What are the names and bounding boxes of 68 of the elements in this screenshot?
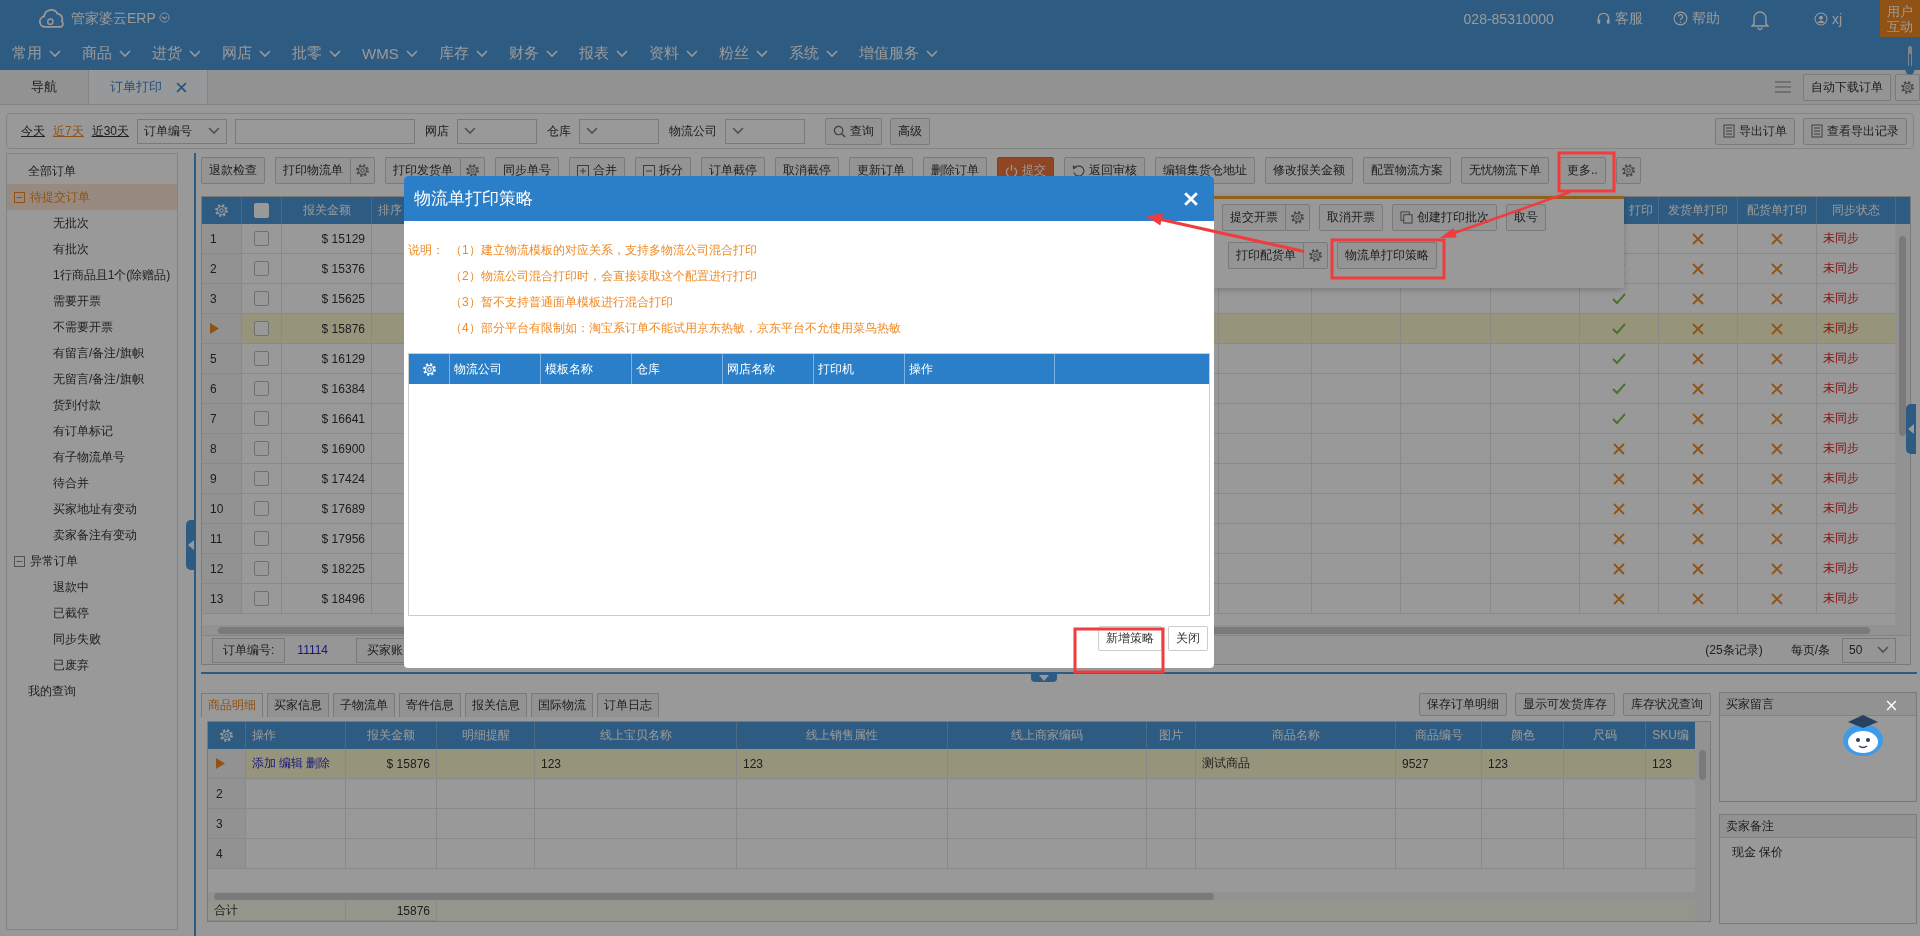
note-text: （2）物流公司混合打印时，会直接读取这个配置进行打印 — [450, 268, 758, 285]
table-cell: 123 — [541, 756, 562, 771]
row-number: 12 — [210, 561, 224, 576]
row-number: 10 — [210, 501, 224, 516]
amount-cell: $ 16129 — [321, 351, 365, 366]
sync-status: 未同步 — [1823, 230, 1859, 247]
sync-status: 未同步 — [1823, 500, 1859, 517]
sync-status: 未同步 — [1823, 440, 1859, 457]
sync-status: 未同步 — [1823, 260, 1859, 277]
total-amount: 15876 — [396, 903, 430, 918]
row-number: 11 — [210, 531, 223, 546]
note-text: （3）暂不支持普通面单模板进行混合打印 — [450, 294, 674, 311]
row-number: 1 — [210, 231, 217, 246]
row-number: 2 — [210, 261, 217, 276]
sync-status: 未同步 — [1823, 590, 1859, 607]
row-number: 6 — [210, 381, 217, 396]
table-cell: $ 15876 — [386, 756, 430, 771]
row-number: 3 — [210, 291, 217, 306]
note-text: （4）部分平台有限制如：淘宝系订单不能试用京东热敏，京东平台不允使用菜鸟热敏 — [450, 320, 901, 337]
table-cell: 测试商品 — [1202, 755, 1250, 772]
page-size-label: 每页/条 — [1790, 641, 1830, 659]
amount-cell: $ 15129 — [321, 231, 365, 246]
amount-cell: $ 15625 — [321, 291, 365, 306]
row-number: 2 — [216, 786, 223, 801]
table-cell: 123 — [1652, 756, 1673, 771]
amount-cell: $ 17956 — [321, 531, 365, 546]
filter-label: 仓库 — [547, 122, 572, 140]
sync-status: 未同步 — [1823, 470, 1859, 487]
row-number: 4 — [216, 846, 223, 861]
table-cell: 123 — [743, 756, 764, 771]
record-count: (25条记录) — [1705, 641, 1763, 659]
amount-cell: $ 18225 — [321, 561, 365, 576]
sync-status: 未同步 — [1823, 320, 1859, 337]
filter-label: 网店 — [425, 122, 450, 140]
sync-status: 未同步 — [1823, 290, 1859, 307]
dialog-title: 物流单打印策略 — [414, 188, 533, 210]
amount-cell: $ 18496 — [321, 591, 365, 606]
amount-cell: $ 17689 — [321, 501, 365, 516]
sync-status: 未同步 — [1823, 560, 1859, 577]
notes-label: 说明： — [408, 242, 445, 259]
sync-status: 未同步 — [1823, 380, 1859, 397]
row-number: 9 — [210, 471, 217, 486]
sync-status: 未同步 — [1823, 410, 1859, 427]
amount-cell: $ 15876 — [321, 321, 365, 336]
order-number: 11114 — [297, 643, 329, 657]
amount-cell: $ 16384 — [321, 381, 365, 396]
amount-cell: $ 15376 — [321, 261, 365, 276]
table-cell: 123 — [1488, 756, 1509, 771]
phone-number: 028-85310000 — [1463, 10, 1554, 27]
row-number: 5 — [210, 351, 217, 366]
row-number: 7 — [210, 411, 217, 426]
sync-status: 未同步 — [1823, 350, 1859, 367]
amount-cell: $ 17424 — [321, 471, 365, 486]
table-cell: 9527 — [1402, 756, 1429, 771]
note-text: 现金 保价 — [1731, 844, 1785, 861]
panel-title: 买家留言 — [1720, 693, 1916, 716]
note-text: （1）建立物流模板的对应关系，支持多物流公司混合打印 — [450, 242, 758, 259]
sync-status: 未同步 — [1823, 530, 1859, 547]
row-number: 8 — [210, 441, 217, 456]
total-label: 合计 — [214, 902, 238, 919]
app-name: 管家婆云ERP — [71, 9, 156, 28]
row-number: 13 — [210, 591, 224, 606]
row-number: 3 — [216, 816, 223, 831]
amount-cell: $ 16641 — [321, 411, 365, 426]
field-label: 订单编号: — [212, 637, 286, 663]
filter-label: 物流公司 — [669, 122, 718, 140]
panel-title: 卖家备注 — [1720, 815, 1916, 838]
amount-cell: $ 16900 — [321, 441, 365, 456]
